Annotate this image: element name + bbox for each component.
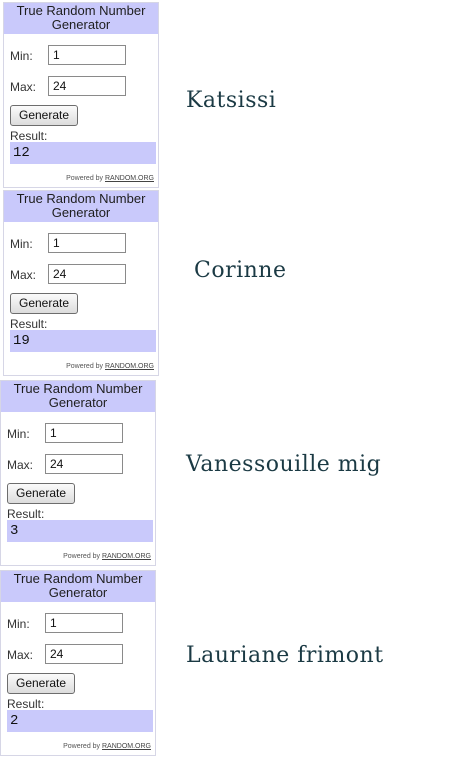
max-label: Max: [10, 80, 37, 94]
random-org-link[interactable]: RANDOM.ORG [105, 363, 154, 370]
widget-title: True Random Number Generator [1, 381, 155, 412]
result-label: Result: [7, 507, 45, 521]
max-input[interactable] [48, 264, 126, 284]
min-input[interactable] [45, 423, 123, 443]
max-input[interactable] [45, 454, 123, 474]
generate-button[interactable]: Generate [7, 673, 76, 694]
min-label: Min: [10, 49, 33, 63]
winner-name-2: Corinne [194, 258, 287, 283]
max-label: Max: [7, 648, 34, 662]
min-label: Min: [7, 427, 30, 441]
generate-button[interactable]: Generate [10, 293, 79, 314]
min-label: Min: [7, 617, 30, 631]
powered-by: Powered by RANDOM.ORG [63, 553, 151, 560]
winner-name-1: Katsissi [186, 88, 277, 113]
result-label: Result: [7, 697, 45, 711]
max-input[interactable] [48, 76, 126, 96]
result-value: 3 [7, 520, 153, 542]
generate-button[interactable]: Generate [10, 105, 79, 126]
rng-widget-1: True Random Number Generator Min: Max: G… [3, 2, 159, 188]
result-value: 12 [10, 142, 156, 164]
random-org-link[interactable]: RANDOM.ORG [105, 175, 154, 182]
winner-name-4: Lauriane frimont [186, 643, 384, 668]
min-input[interactable] [48, 45, 126, 65]
widget-title: True Random Number Generator [1, 571, 155, 602]
min-input[interactable] [45, 613, 123, 633]
powered-by: Powered by RANDOM.ORG [66, 363, 154, 370]
rng-widget-4: True Random Number Generator Min: Max: G… [0, 570, 156, 756]
max-label: Max: [10, 268, 37, 282]
min-input[interactable] [48, 233, 126, 253]
min-label: Min: [10, 237, 33, 251]
result-label: Result: [10, 129, 48, 143]
generate-button[interactable]: Generate [7, 483, 76, 504]
widget-title: True Random Number Generator [4, 3, 158, 34]
rng-widget-3: True Random Number Generator Min: Max: G… [0, 380, 156, 566]
widget-title: True Random Number Generator [4, 191, 158, 222]
max-input[interactable] [45, 644, 123, 664]
rng-widget-2: True Random Number Generator Min: Max: G… [3, 190, 159, 376]
result-value: 19 [10, 330, 156, 352]
winner-name-3: Vanessouille mig [186, 452, 382, 477]
random-org-link[interactable]: RANDOM.ORG [102, 553, 151, 560]
random-org-link[interactable]: RANDOM.ORG [102, 743, 151, 750]
result-label: Result: [10, 317, 48, 331]
result-value: 2 [7, 710, 153, 732]
powered-by: Powered by RANDOM.ORG [66, 175, 154, 182]
powered-by: Powered by RANDOM.ORG [63, 743, 151, 750]
max-label: Max: [7, 458, 34, 472]
